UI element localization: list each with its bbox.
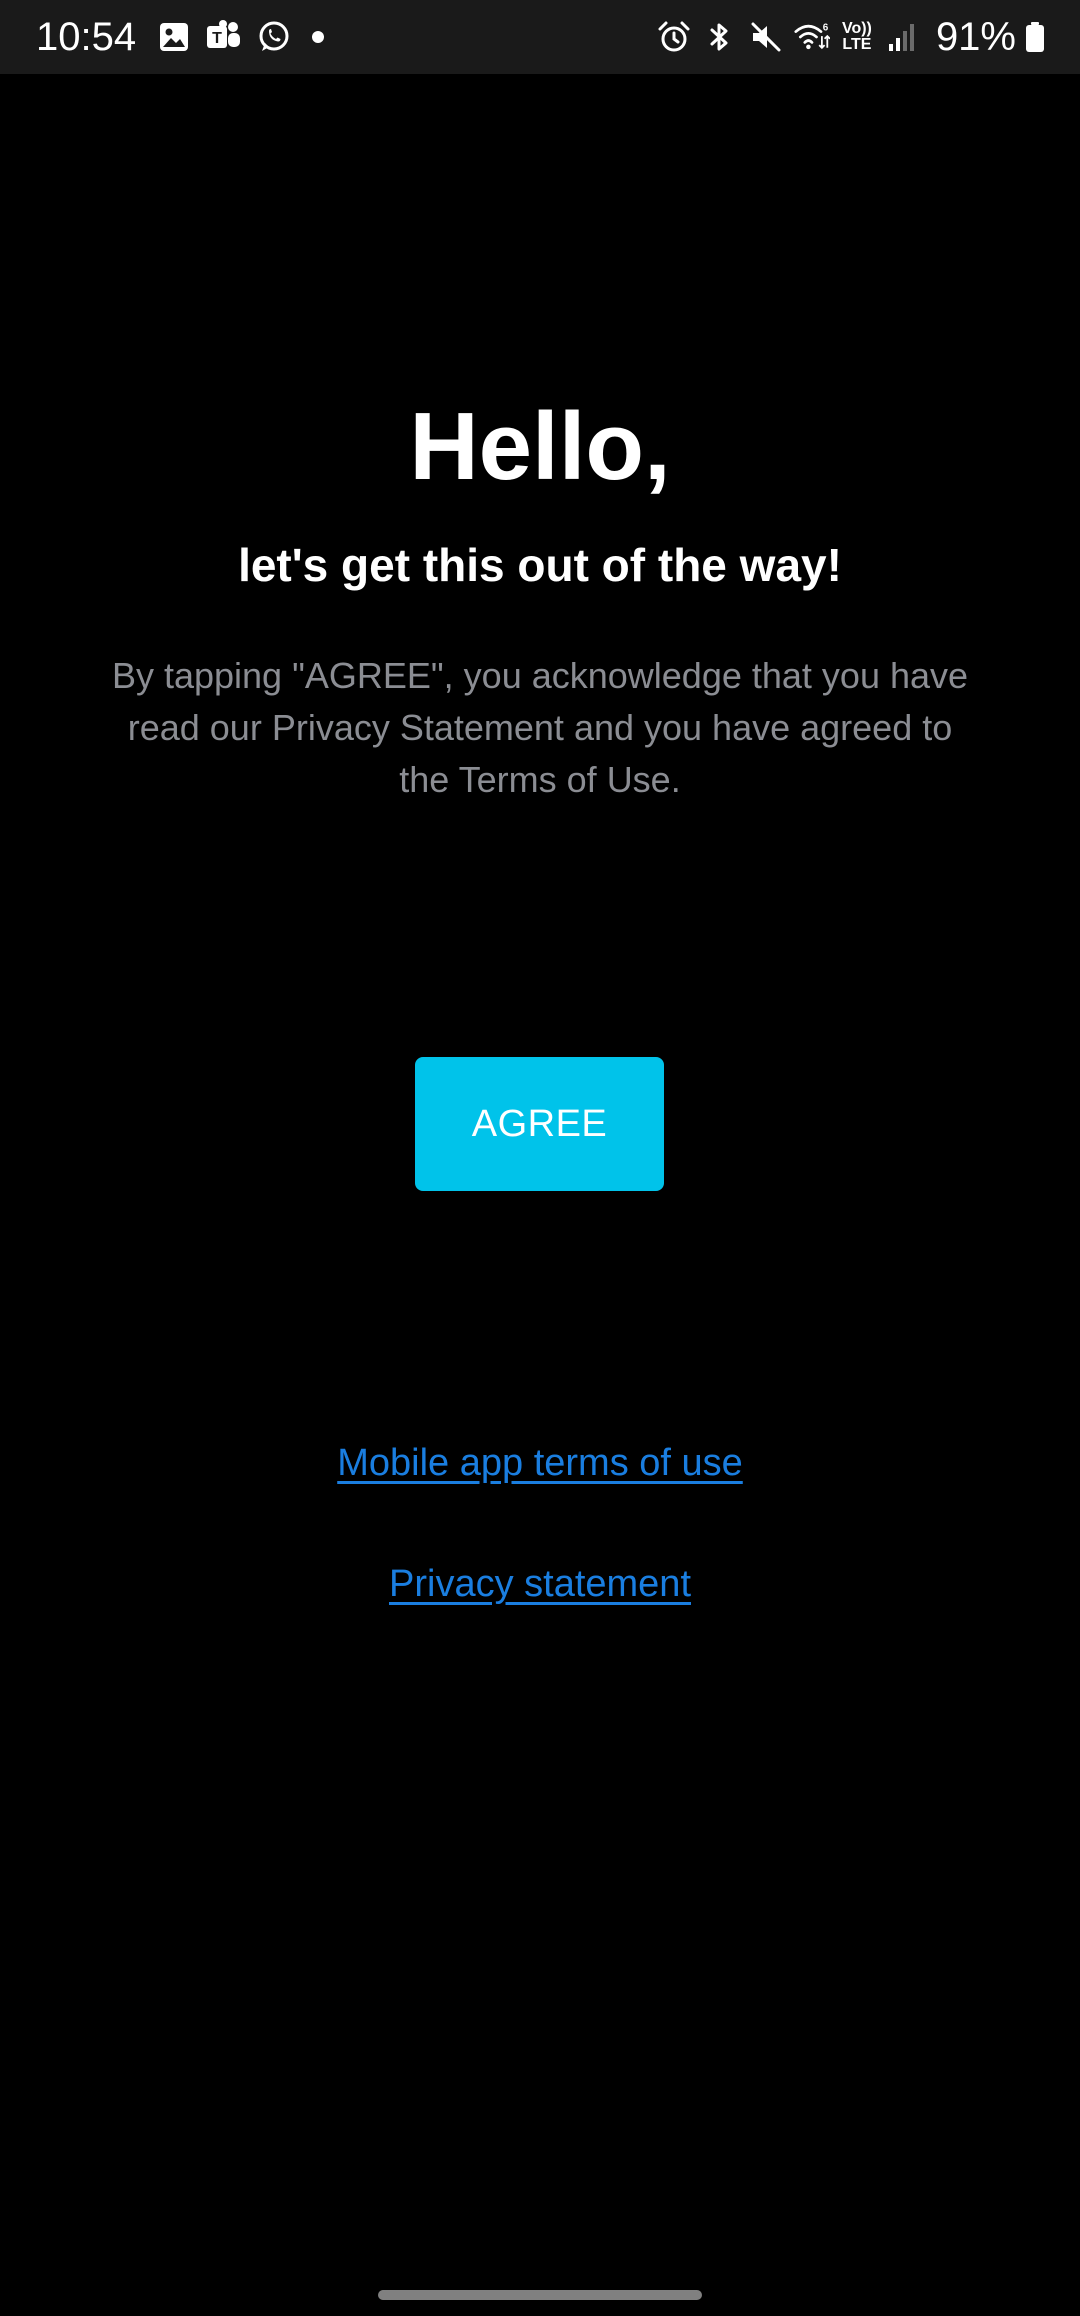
wifi-icon: 6 [794,19,830,55]
terms-of-use-link[interactable]: Mobile app terms of use [0,1442,1080,1485]
notification-dot-icon [312,31,325,43]
mute-icon [748,19,784,55]
gallery-icon [156,19,192,55]
page-title: Hello, [409,393,671,500]
bluetooth-icon [702,19,738,55]
privacy-statement-link[interactable]: Privacy statement [0,1563,1080,1606]
teams-icon: T [206,19,242,55]
alarm-icon [656,19,692,55]
wifi-badge-text: 6 [823,23,829,34]
whatsapp-icon [256,19,292,55]
battery-icon [1026,22,1044,52]
status-bar-right: 6 Vo)) LTE 91% [656,15,1044,60]
status-time: 10:54 [36,14,137,59]
signal-icon [884,19,920,55]
svg-text:T: T [212,30,222,47]
volte-icon: Vo)) LTE [840,21,874,53]
home-indicator[interactable] [378,2290,702,2300]
agree-button[interactable]: AGREE [415,1057,664,1191]
consent-description: By tapping "AGREE", you acknowledge that… [111,655,969,800]
battery-percent: 91% [935,14,1016,59]
page-subtitle: let's get this out of the way! [238,539,842,591]
status-bar-left: 10:54 T [36,14,325,60]
volte-bottom-text: LTE [842,36,872,53]
volte-top-text: Vo)) [841,20,872,37]
status-bar: 10:54 T 6 Vo)) LTE 91% [0,0,1080,74]
